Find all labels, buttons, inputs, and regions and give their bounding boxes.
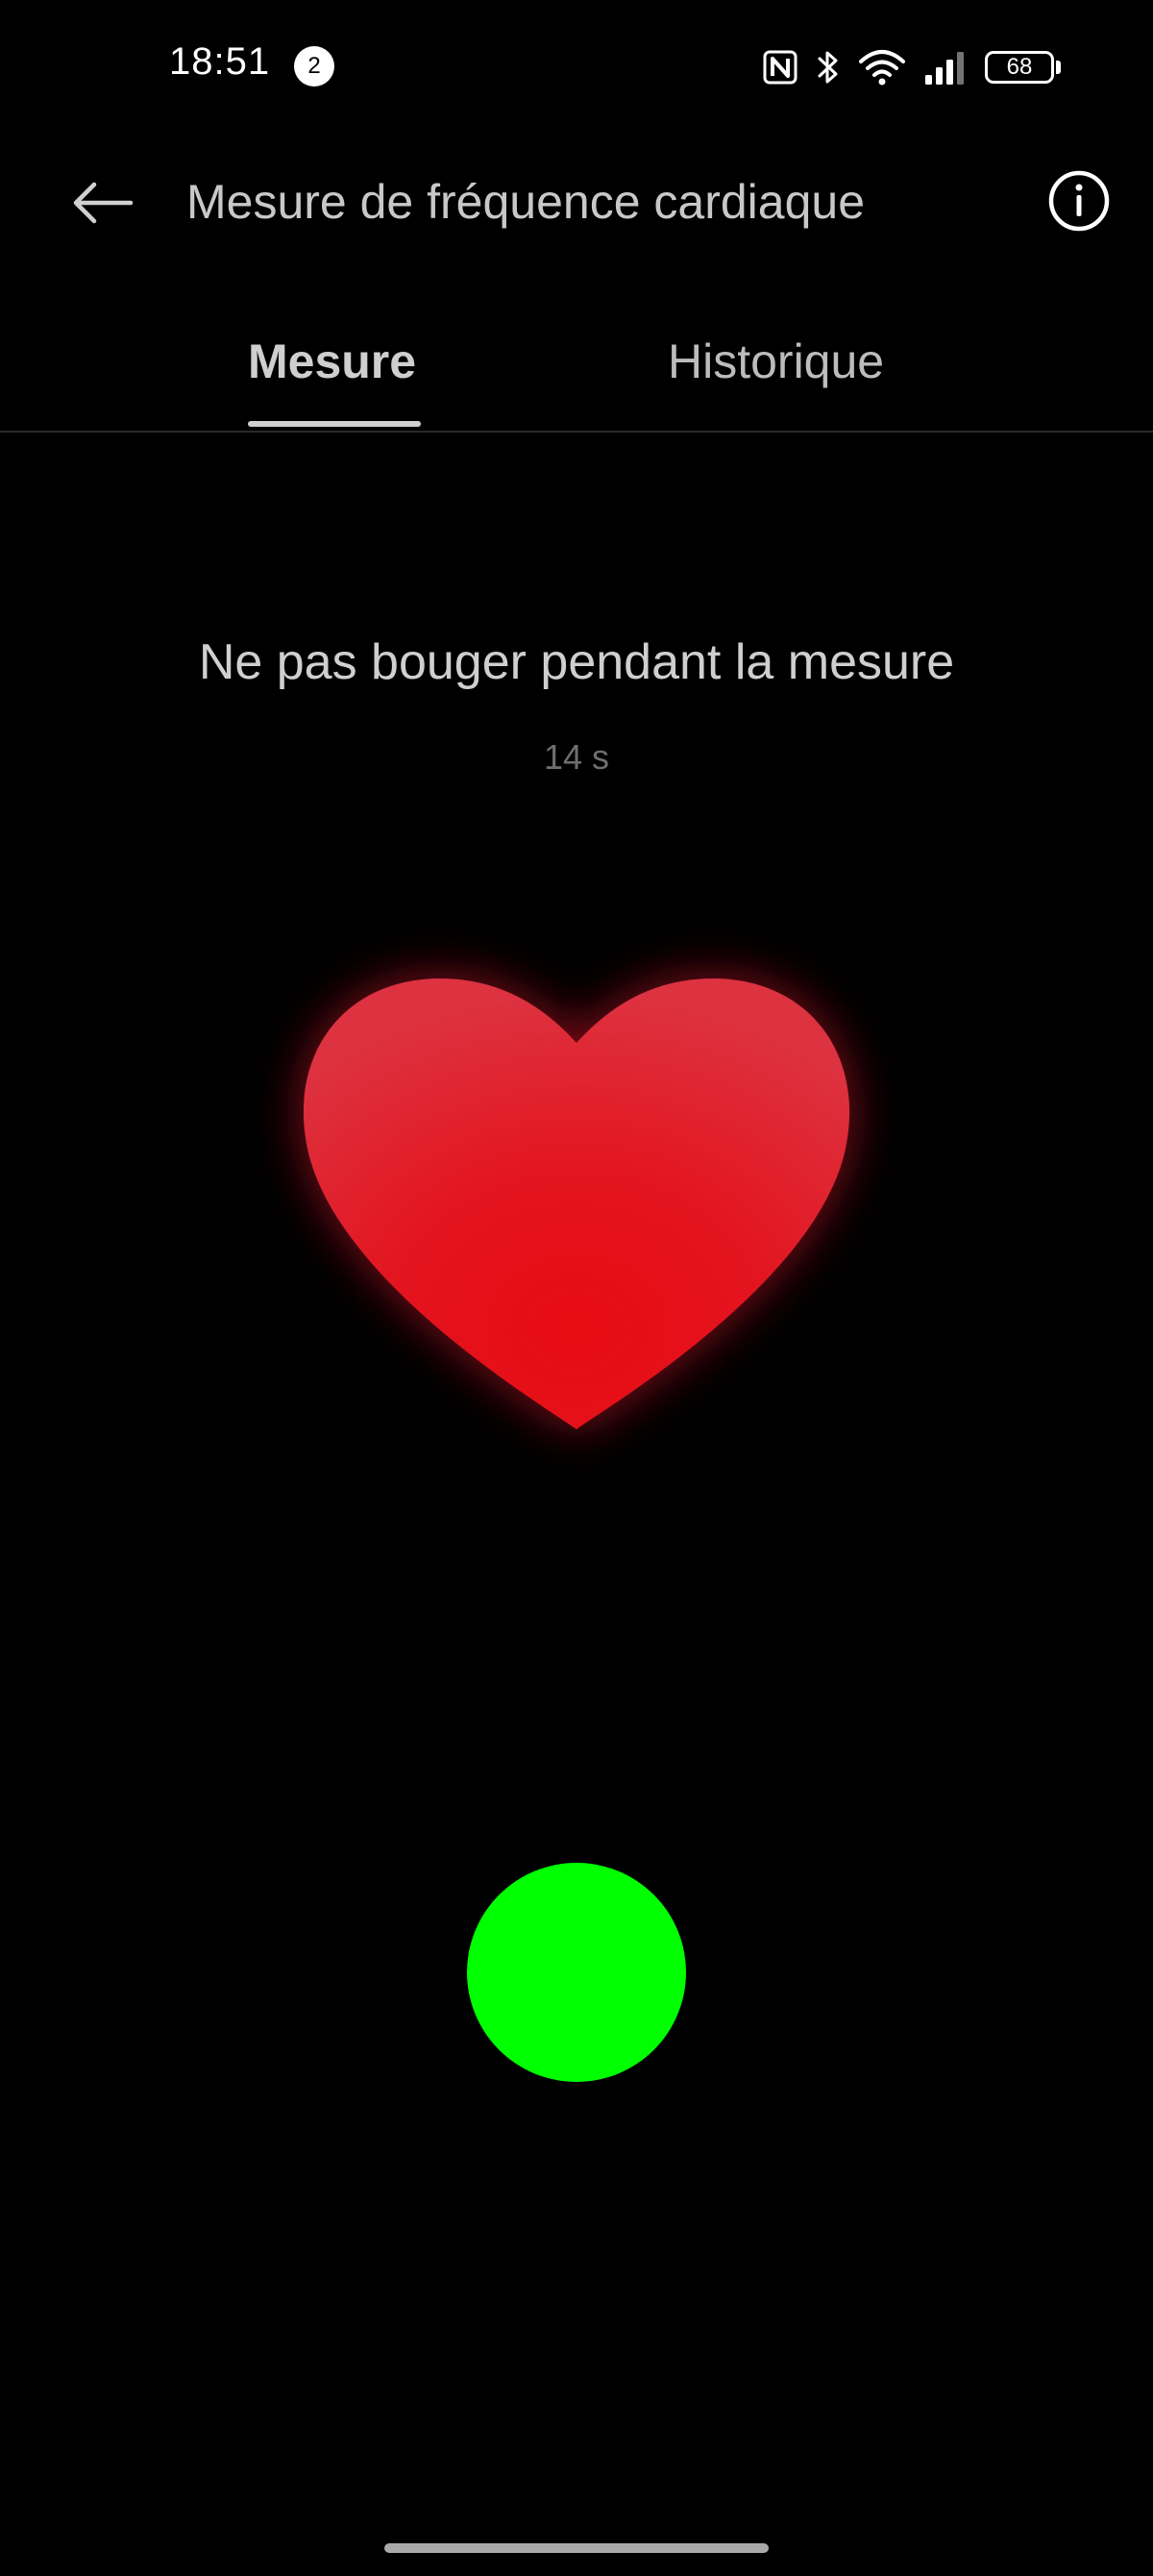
app-header: Mesure de fréquence cardiaque: [0, 144, 1153, 260]
arrow-left-icon: [73, 182, 134, 224]
battery-level: 68: [1006, 54, 1033, 80]
active-tab-indicator: [248, 421, 421, 427]
nfc-icon: [762, 49, 798, 86]
heart-icon: [303, 978, 850, 1429]
tab-historique[interactable]: Historique: [668, 331, 884, 392]
tab-mesure[interactable]: Mesure: [248, 331, 416, 392]
page-title: Mesure de fréquence cardiaque: [186, 175, 866, 229]
battery-icon: 68: [985, 51, 1061, 84]
countdown-timer: 14 s: [543, 737, 610, 777]
measurement-indicator-dot: [467, 1863, 686, 2082]
heart-animation: [259, 942, 894, 1519]
info-icon: [1048, 170, 1110, 232]
status-time: 18:51: [169, 40, 271, 83]
wifi-icon: [858, 48, 906, 87]
signal-icon: [923, 48, 968, 87]
notification-badge: 2: [294, 46, 334, 87]
status-bar: 18:51 2 68: [0, 0, 1153, 135]
bluetooth-icon: [816, 48, 841, 87]
instruction-text: Ne pas bouger pendant la mesure: [198, 634, 955, 690]
status-icons: 68: [762, 42, 1061, 92]
back-button[interactable]: [60, 171, 146, 235]
home-indicator[interactable]: [384, 2543, 769, 2553]
info-button[interactable]: [1047, 169, 1111, 233]
tab-bar: Mesure Historique: [0, 317, 1153, 433]
